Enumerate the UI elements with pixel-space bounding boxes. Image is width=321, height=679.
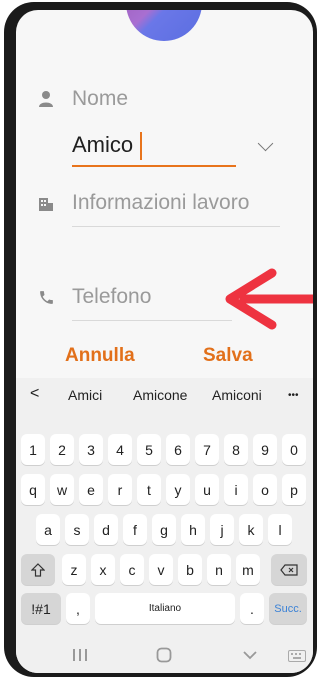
key-f[interactable]: f [123, 514, 147, 545]
contact-avatar[interactable] [126, 10, 202, 41]
key-q[interactable]: q [21, 474, 45, 505]
keyboard-hide-icon[interactable] [288, 649, 306, 667]
key-l[interactable]: l [268, 514, 292, 545]
navigation-bar [16, 636, 313, 673]
key-b[interactable]: b [178, 554, 202, 585]
work-info-field[interactable]: Informazioni lavoro [72, 191, 249, 215]
shift-key[interactable] [21, 554, 55, 585]
key-s[interactable]: s [65, 514, 89, 545]
symbols-key[interactable]: !#1 [21, 593, 61, 624]
red-arrow-annotation [225, 268, 313, 330]
backspace-key[interactable] [271, 554, 307, 585]
key-a[interactable]: a [36, 514, 60, 545]
person-icon [38, 90, 54, 113]
key-x[interactable]: x [91, 554, 115, 585]
suggestion-1[interactable]: Amici [68, 387, 102, 403]
recent-apps-icon[interactable] [72, 648, 88, 667]
phone-frame: Nome Amico Informazioni lavoro Telefono [4, 2, 317, 677]
key-c[interactable]: c [120, 554, 144, 585]
key-g[interactable]: g [152, 514, 176, 545]
cancel-button[interactable]: Annulla [65, 345, 135, 367]
key-5[interactable]: 5 [137, 434, 161, 465]
key-y[interactable]: y [166, 474, 190, 505]
home-icon[interactable] [156, 647, 172, 668]
phone-field-underline [72, 320, 232, 321]
name-field-underline [72, 165, 236, 167]
key-2[interactable]: 2 [50, 434, 74, 465]
suggestion-back-button[interactable]: < [30, 385, 39, 403]
phone-field[interactable]: Telefono [72, 285, 151, 309]
more-options-icon[interactable]: ••• [288, 390, 299, 401]
chevron-down-icon[interactable] [257, 135, 274, 152]
screen: Nome Amico Informazioni lavoro Telefono [16, 10, 313, 673]
key-7[interactable]: 7 [195, 434, 219, 465]
key-w[interactable]: w [50, 474, 74, 505]
space-key[interactable]: Italiano [95, 593, 235, 624]
key-4[interactable]: 4 [108, 434, 132, 465]
key-e[interactable]: e [79, 474, 103, 505]
key-t[interactable]: t [137, 474, 161, 505]
key-r[interactable]: r [108, 474, 132, 505]
key-m[interactable]: m [236, 554, 260, 585]
key-z[interactable]: z [62, 554, 86, 585]
work-info-underline [72, 226, 280, 227]
save-button[interactable]: Salva [203, 345, 253, 367]
key-k[interactable]: k [239, 514, 263, 545]
key-i[interactable]: i [224, 474, 248, 505]
key-1[interactable]: 1 [21, 434, 45, 465]
key-0[interactable]: 0 [282, 434, 306, 465]
name-label: Nome [72, 87, 129, 110]
key-j[interactable]: j [210, 514, 234, 545]
key-d[interactable]: d [94, 514, 118, 545]
suggestion-3[interactable]: Amiconi [212, 387, 262, 403]
back-icon[interactable] [242, 648, 258, 666]
name-field[interactable]: Amico [72, 132, 133, 158]
key-o[interactable]: o [253, 474, 277, 505]
suggestion-2[interactable]: Amicone [133, 387, 187, 403]
key-h[interactable]: h [181, 514, 205, 545]
keyboard: < Amici Amicone Amiconi ••• 1234567890 qw… [16, 378, 313, 673]
comma-key[interactable]: , [66, 593, 90, 624]
key-3[interactable]: 3 [79, 434, 103, 465]
key-p[interactable]: p [282, 474, 306, 505]
key-8[interactable]: 8 [224, 434, 248, 465]
period-key[interactable]: . [240, 593, 264, 624]
key-n[interactable]: n [207, 554, 231, 585]
work-icon [38, 196, 54, 217]
phone-icon [38, 289, 55, 311]
next-key[interactable]: Succ. [269, 593, 307, 624]
key-u[interactable]: u [195, 474, 219, 505]
key-6[interactable]: 6 [166, 434, 190, 465]
key-v[interactable]: v [149, 554, 173, 585]
text-cursor [140, 132, 142, 160]
key-9[interactable]: 9 [253, 434, 277, 465]
